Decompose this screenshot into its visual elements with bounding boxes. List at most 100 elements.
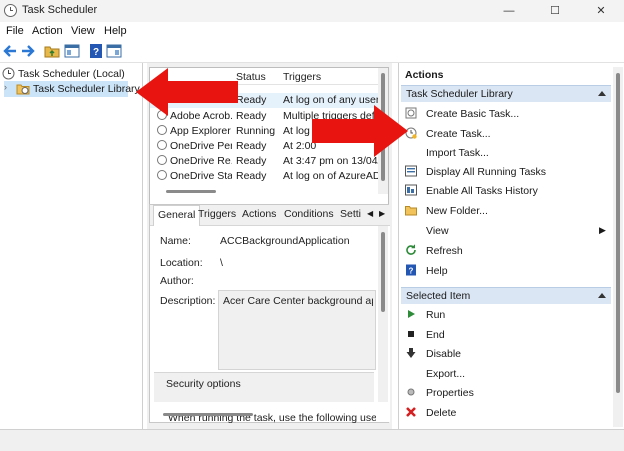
actions-pane-title: Actions xyxy=(405,69,444,81)
console-tree-pane: Task Scheduler (Local) › Task Scheduler … xyxy=(0,63,143,429)
column-header-triggers[interactable]: Triggers xyxy=(283,71,321,83)
annotation-arrow-right-icon xyxy=(312,105,408,157)
action-label: Refresh xyxy=(426,245,463,257)
task-list-horizontal-scroll-thumb[interactable] xyxy=(166,190,216,193)
refresh-icon xyxy=(406,244,416,255)
menu-view[interactable]: View xyxy=(71,25,95,37)
window-title: Task Scheduler xyxy=(22,4,98,16)
collapse-triangle-icon[interactable] xyxy=(598,91,606,96)
svg-text:?: ? xyxy=(409,267,414,276)
task-scheduler-clock-icon xyxy=(4,4,17,17)
security-options-title: Security options xyxy=(166,378,241,390)
run-icon xyxy=(408,310,415,318)
task-status: Ready xyxy=(236,110,267,122)
details-horizontal-scroll-thumb[interactable] xyxy=(163,413,253,416)
help-topics-icon[interactable]: ? xyxy=(88,43,104,59)
scroll-thumb[interactable] xyxy=(616,73,620,393)
task-clock-icon xyxy=(157,125,167,135)
action-label: End xyxy=(426,329,445,341)
action-refresh[interactable]: Refresh xyxy=(405,242,609,260)
status-bar xyxy=(0,429,624,451)
action-end[interactable]: End xyxy=(405,326,609,344)
action-label: Create Basic Task... xyxy=(426,108,520,120)
running-tasks-icon xyxy=(405,165,417,177)
task-name: OneDrive Per... xyxy=(170,140,232,152)
menu-action[interactable]: Action xyxy=(32,25,63,37)
name-field[interactable]: ACCBackgroundApplication xyxy=(220,235,370,247)
tree-item-task-scheduler-local[interactable]: Task Scheduler (Local) xyxy=(2,66,140,82)
delete-icon xyxy=(406,407,416,417)
annotation-arrow-left-icon xyxy=(136,68,238,116)
action-create-basic-task[interactable]: Create Basic Task... xyxy=(405,105,609,123)
action-label: Properties xyxy=(426,387,474,399)
task-details-panel: General Triggers Actions Conditions Sett… xyxy=(149,204,390,424)
tab-scroll-right-icon[interactable]: ▶ xyxy=(379,209,385,218)
action-run[interactable]: Run xyxy=(405,306,609,324)
action-label: View xyxy=(426,225,449,237)
section-header-selected-item[interactable]: Selected Item xyxy=(401,287,611,304)
details-vertical-scrollbar[interactable] xyxy=(378,226,388,402)
actions-pane: Actions Task Scheduler Library Create Ba… xyxy=(398,63,624,429)
close-button[interactable]: ✕ xyxy=(578,0,624,22)
show-hide-action-pane-icon[interactable] xyxy=(106,43,122,59)
action-properties[interactable]: Properties xyxy=(405,384,609,402)
tab-general[interactable]: General xyxy=(153,205,201,226)
collapse-triangle-icon[interactable] xyxy=(598,293,606,298)
action-label: Display All Running Tasks xyxy=(426,166,547,178)
action-label: Run xyxy=(426,309,446,321)
end-icon xyxy=(408,331,414,337)
tab-triggers[interactable]: Triggers xyxy=(198,208,236,220)
column-header-status[interactable]: Status xyxy=(236,71,266,83)
properties-icon xyxy=(407,388,415,396)
action-export[interactable]: Export... xyxy=(405,365,609,383)
actions-vertical-scrollbar[interactable] xyxy=(613,67,623,427)
author-label: Author: xyxy=(160,275,194,287)
task-clock-icon xyxy=(157,140,167,150)
task-name: OneDrive Re... xyxy=(170,155,232,167)
action-label: Disable xyxy=(426,348,462,360)
action-help[interactable]: ? Help xyxy=(405,262,609,280)
svg-text:?: ? xyxy=(93,47,99,58)
name-label: Name: xyxy=(160,235,191,247)
history-icon xyxy=(405,184,417,196)
action-view[interactable]: View ▶ xyxy=(405,222,609,240)
action-import-task[interactable]: Import Task... xyxy=(405,144,609,162)
action-display-running-tasks[interactable]: Display All Running Tasks xyxy=(405,163,609,181)
action-new-folder[interactable]: New Folder... xyxy=(405,202,609,220)
tab-scroll-left-icon[interactable]: ◀ xyxy=(367,209,373,218)
action-label: Export... xyxy=(426,368,466,380)
tree-item-task-scheduler-library[interactable]: › Task Scheduler Library xyxy=(4,81,140,97)
show-hide-console-tree-icon[interactable] xyxy=(64,43,80,59)
action-label: New Folder... xyxy=(426,205,488,217)
menu-help[interactable]: Help xyxy=(104,25,127,37)
tab-settings[interactable]: Setti xyxy=(340,208,361,220)
task-status: Running xyxy=(236,125,276,137)
minimize-button[interactable]: — xyxy=(486,0,532,22)
toolbar: ? xyxy=(0,40,624,63)
maximize-button[interactable]: ☐ xyxy=(532,0,578,22)
security-options-group: Security options xyxy=(154,372,374,402)
task-row[interactable]: OneDrive Sta... Ready At log on of Azure… xyxy=(150,169,378,184)
action-label: Help xyxy=(426,265,448,277)
scroll-thumb[interactable] xyxy=(381,232,385,312)
task-status: Ready xyxy=(236,170,267,182)
action-disable[interactable]: Disable xyxy=(405,345,609,363)
chevron-right-icon[interactable]: › xyxy=(4,82,7,92)
tab-conditions[interactable]: Conditions xyxy=(284,208,334,220)
description-textbox[interactable]: Acer Care Center background applica xyxy=(218,290,376,370)
task-name: OneDrive Sta... xyxy=(170,170,232,182)
menu-file[interactable]: File xyxy=(6,25,24,37)
task-name: App Explorer xyxy=(170,125,231,137)
folder-up-icon[interactable] xyxy=(44,43,60,59)
action-create-task[interactable]: Create Task... xyxy=(405,125,609,143)
disable-icon xyxy=(406,348,416,358)
task-status: Ready xyxy=(236,140,267,152)
description-text: Acer Care Center background applica xyxy=(223,295,373,307)
clock-icon xyxy=(2,67,15,80)
back-arrow-icon[interactable] xyxy=(2,43,18,59)
action-delete[interactable]: Delete xyxy=(405,404,609,422)
action-enable-tasks-history[interactable]: Enable All Tasks History xyxy=(405,182,609,200)
forward-arrow-icon[interactable] xyxy=(20,43,36,59)
section-header-task-scheduler-library[interactable]: Task Scheduler Library xyxy=(401,85,611,102)
tab-actions[interactable]: Actions xyxy=(242,208,276,220)
